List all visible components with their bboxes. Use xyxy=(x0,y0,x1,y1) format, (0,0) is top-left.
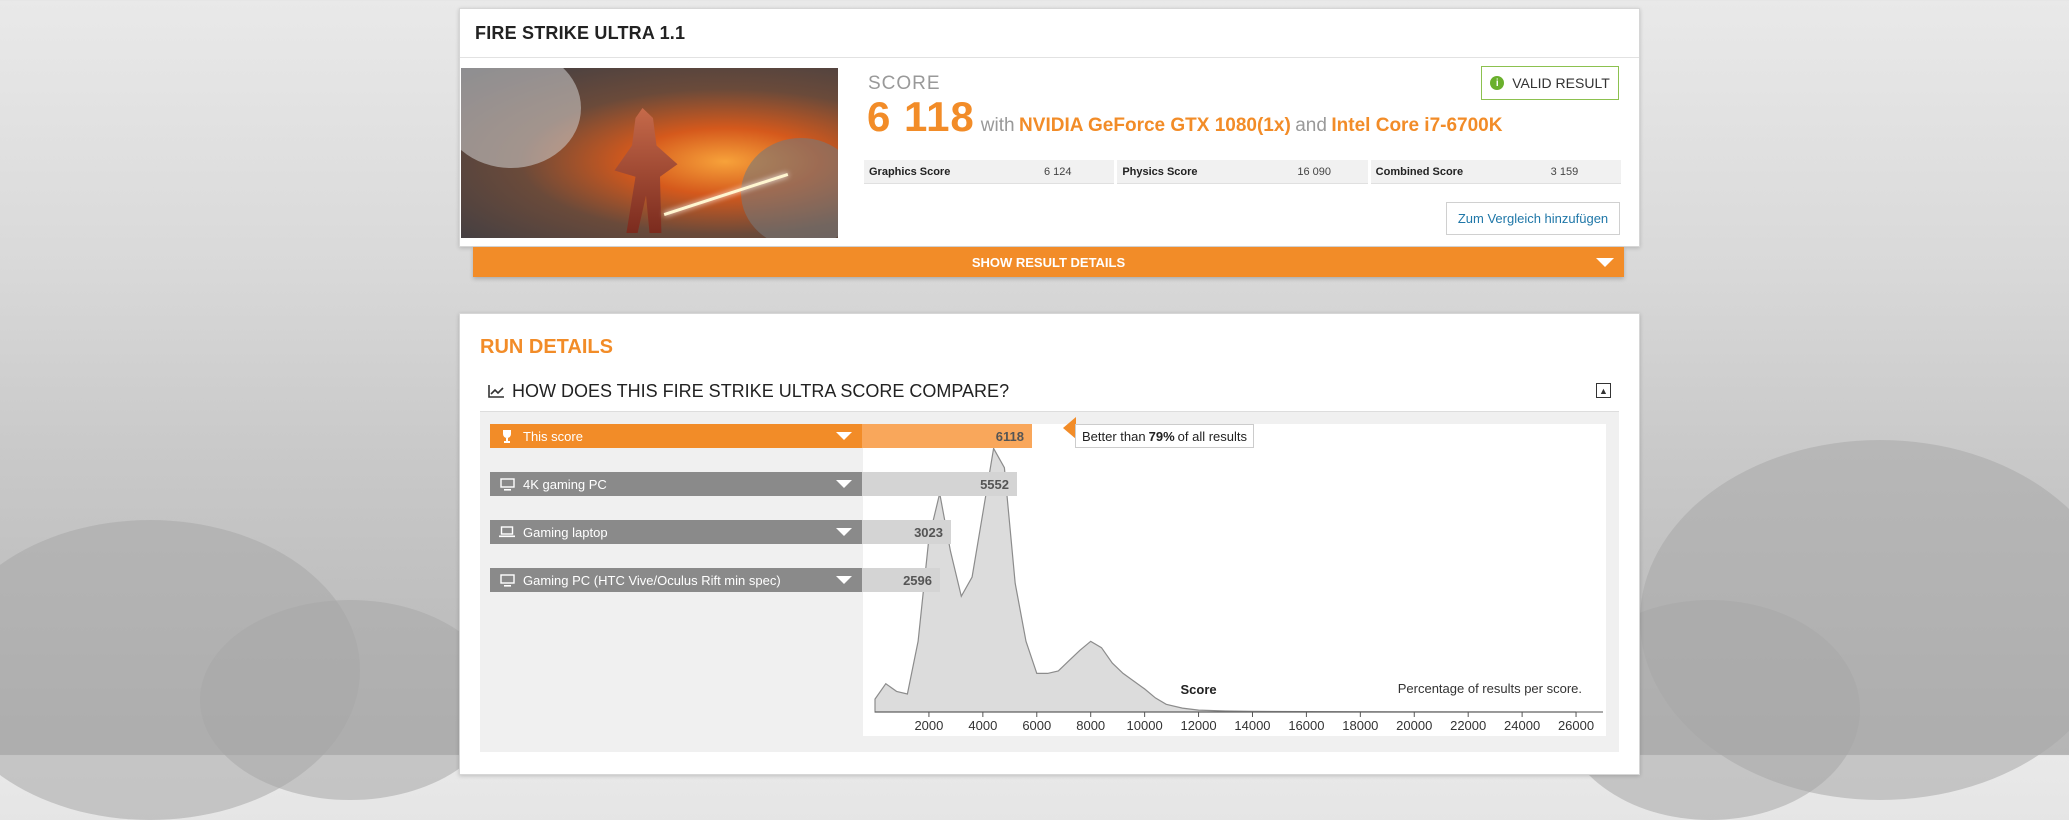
comparison-value: 6118 xyxy=(995,428,1024,444)
comparison-row-gaming-pc-vr[interactable]: Gaming PC (HTC Vive/Oculus Rift min spec… xyxy=(490,568,940,592)
subscore-value: 16 090 xyxy=(1297,165,1331,178)
subscore-label: Combined Score xyxy=(1375,165,1464,178)
x-tick-label: 26000 xyxy=(1558,718,1594,733)
comparison-value: 5552 xyxy=(980,476,1009,492)
x-tick-label: 20000 xyxy=(1396,718,1432,733)
comparison-value: 3023 xyxy=(914,524,943,540)
distribution-svg: 2000 4000 6000 8000 10000 12000 14000 16000 1800… xyxy=(874,446,1603,733)
desktop-icon xyxy=(499,477,515,491)
subscore-label: Physics Score xyxy=(1122,165,1198,178)
x-tick-label: 8000 xyxy=(1076,718,1105,733)
subscore-value: 6 124 xyxy=(1044,165,1072,178)
combined-score: Combined Score 3 159 xyxy=(1370,160,1621,184)
better-percent: 79% xyxy=(1148,428,1175,444)
comparison-label: This score xyxy=(523,428,583,444)
chevron-down-icon xyxy=(1596,258,1614,267)
line-chart-icon xyxy=(488,384,504,398)
better-suffix: of all results xyxy=(1177,428,1248,444)
fire-warrior-figure xyxy=(614,108,678,233)
compare-section-header[interactable]: HOW DOES THIS FIRE STRIKE ULTRA SCORE CO… xyxy=(480,371,1619,412)
compare-section-title: HOW DOES THIS FIRE STRIKE ULTRA SCORE CO… xyxy=(512,380,1010,401)
subscore-label: Graphics Score xyxy=(869,165,951,178)
score-value: 6 118 xyxy=(867,93,975,140)
valid-result-label: VALID RESULT xyxy=(1512,75,1610,91)
distribution-chart: 2000 4000 6000 8000 10000 12000 14000 16000 1800… xyxy=(863,424,1606,736)
chevron-down-icon xyxy=(836,480,852,488)
show-result-details-label: SHOW RESULT DETAILS xyxy=(971,254,1126,270)
gpu-link[interactable]: NVIDIA GeForce GTX 1080(1x) xyxy=(1019,115,1291,136)
comparison-label: 4K gaming PC xyxy=(523,476,607,492)
show-result-details-button[interactable]: SHOW RESULT DETAILS xyxy=(473,247,1624,277)
x-tick-label: 24000 xyxy=(1504,718,1540,733)
divider xyxy=(460,57,1639,58)
comparison-bar: 3023 xyxy=(862,520,951,544)
comparison-bar: 5552 xyxy=(862,472,1017,496)
background-rock xyxy=(200,600,500,800)
x-tick-label: 22000 xyxy=(1450,718,1486,733)
score-line: 6 118 with NVIDIA GeForce GTX 1080(1x) an… xyxy=(867,93,1502,141)
chevron-down-icon xyxy=(836,528,852,536)
collapse-icon[interactable]: ▲ xyxy=(1596,383,1611,398)
comparison-row-gaming-laptop[interactable]: Gaming laptop 3023 xyxy=(490,520,951,544)
x-tick-label: 6000 xyxy=(1022,718,1051,733)
physics-score: Physics Score 16 090 xyxy=(1117,160,1368,184)
comparison-bar: 2596 xyxy=(862,568,940,592)
x-tick-label: 10000 xyxy=(1127,718,1163,733)
comparison-row-label[interactable]: Gaming laptop xyxy=(490,520,862,544)
desktop-icon xyxy=(499,573,515,587)
trophy-icon xyxy=(499,429,515,443)
chevron-down-icon xyxy=(836,576,852,584)
comparison-label: Gaming laptop xyxy=(523,524,608,540)
score-label: SCORE xyxy=(868,73,941,94)
x-tick-label: 14000 xyxy=(1234,718,1270,733)
smoke-shape xyxy=(461,68,581,168)
comparison-bar: 6118 xyxy=(862,424,1032,448)
result-card: FIRE STRIKE ULTRA 1.1 SCORE 6 118 with NV… xyxy=(459,8,1640,247)
comparison-row-this-score[interactable]: This score 6118 xyxy=(490,424,1032,448)
x-tick-label: 18000 xyxy=(1342,718,1378,733)
subscores-row: Graphics Score 6 124 Physics Score 16 09… xyxy=(864,160,1621,184)
smoke-shape xyxy=(741,138,838,238)
x-tick-label: 16000 xyxy=(1288,718,1324,733)
and-text: and xyxy=(1295,115,1327,136)
better-prefix: Better than xyxy=(1082,428,1146,444)
x-axis-label: Score xyxy=(1180,682,1216,697)
laptop-icon xyxy=(499,525,515,539)
chevron-down-icon xyxy=(836,432,852,440)
compare-area: 2000 4000 6000 8000 10000 12000 14000 16000 1800… xyxy=(480,412,1619,752)
comparison-label: Gaming PC (HTC Vive/Oculus Rift min spec… xyxy=(523,572,781,588)
comparison-row-label[interactable]: 4K gaming PC xyxy=(490,472,862,496)
comparison-value: 2596 xyxy=(903,572,932,588)
run-details-card: RUN DETAILS HOW DOES THIS FIRE STRIKE UL… xyxy=(459,313,1640,775)
cpu-link[interactable]: Intel Core i7-6700K xyxy=(1331,115,1502,136)
info-icon: i xyxy=(1490,76,1505,90)
with-text: with xyxy=(980,115,1015,136)
x-tick-label: 12000 xyxy=(1180,718,1216,733)
chart-annotation: Percentage of results per score. xyxy=(1398,681,1582,696)
subscore-value: 3 159 xyxy=(1550,165,1579,178)
benchmark-title: FIRE STRIKE ULTRA 1.1 xyxy=(475,23,686,43)
valid-result-badge[interactable]: i VALID RESULT xyxy=(1481,66,1619,100)
x-tick-label: 4000 xyxy=(968,718,997,733)
comparison-row-label[interactable]: This score xyxy=(490,424,862,448)
benchmark-thumbnail[interactable] xyxy=(461,68,838,238)
add-to-compare-button[interactable]: Zum Vergleich hinzufügen xyxy=(1446,202,1620,235)
comparison-row-label[interactable]: Gaming PC (HTC Vive/Oculus Rift min spec… xyxy=(490,568,862,592)
comparison-row-4k-gaming-pc[interactable]: 4K gaming PC 5552 xyxy=(490,472,1017,496)
graphics-score: Graphics Score 6 124 xyxy=(864,160,1115,184)
better-than-callout: Better than 79% of all results xyxy=(1075,424,1255,448)
run-details-title: RUN DETAILS xyxy=(480,336,613,358)
x-tick-label: 2000 xyxy=(914,718,943,733)
